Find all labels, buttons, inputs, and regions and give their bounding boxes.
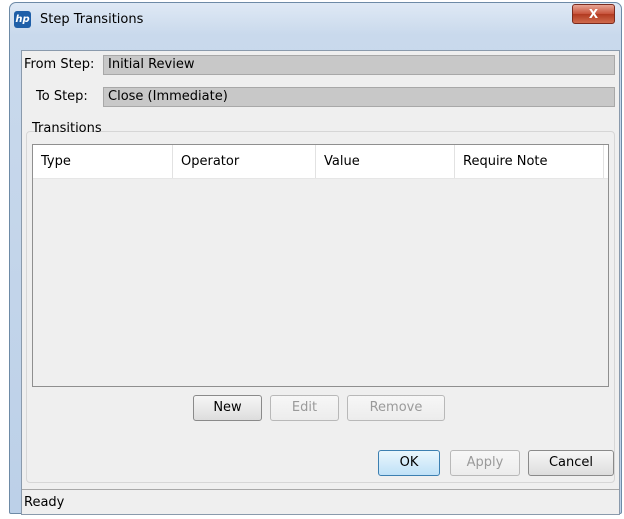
dialog-content: From Step: Initial Review To Step: Close… bbox=[21, 50, 620, 515]
status-bar: Ready bbox=[22, 489, 619, 514]
remove-button[interactable]: Remove bbox=[347, 395, 445, 421]
column-header-operator[interactable]: Operator bbox=[173, 145, 316, 178]
from-step-value: Initial Review bbox=[103, 55, 615, 75]
ok-button[interactable]: OK bbox=[378, 450, 440, 476]
edit-button[interactable]: Edit bbox=[270, 395, 339, 421]
close-button[interactable]: X bbox=[572, 4, 615, 24]
title-bar[interactable]: hp Step Transitions X bbox=[10, 3, 621, 33]
step-transitions-window: hp Step Transitions X From Step: Initial… bbox=[9, 2, 622, 515]
window-title: Step Transitions bbox=[40, 12, 144, 27]
transitions-group-label: Transitions bbox=[32, 121, 102, 136]
new-button[interactable]: New bbox=[193, 395, 262, 421]
cancel-button[interactable]: Cancel bbox=[528, 450, 614, 476]
column-header-type[interactable]: Type bbox=[33, 145, 173, 178]
column-header-require-note[interactable]: Require Note bbox=[455, 145, 604, 178]
hp-logo-icon: hp bbox=[14, 11, 31, 28]
to-step-value: Close (Immediate) bbox=[103, 87, 615, 107]
from-step-label: From Step: bbox=[24, 57, 95, 72]
to-step-label: To Step: bbox=[36, 89, 88, 104]
table-header: Type Operator Value Require Note bbox=[33, 145, 608, 179]
transitions-table[interactable]: Type Operator Value Require Note bbox=[32, 144, 609, 387]
apply-button[interactable]: Apply bbox=[450, 450, 520, 476]
column-header-value[interactable]: Value bbox=[316, 145, 455, 178]
